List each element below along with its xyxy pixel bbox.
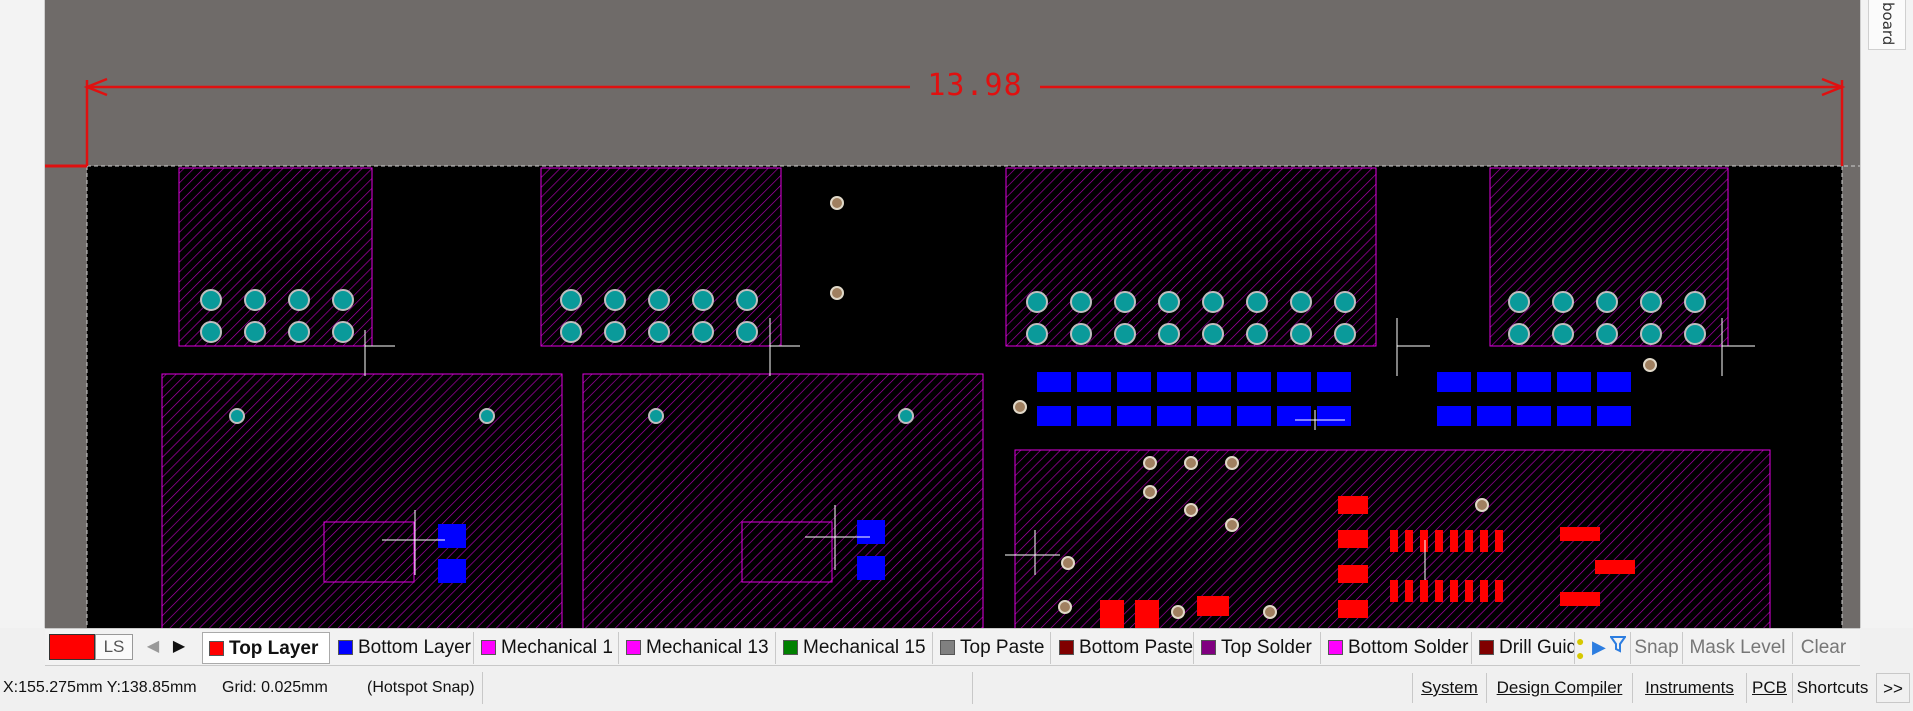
shortcuts-panel-button[interactable]: Shortcuts [1792, 673, 1872, 703]
tab-label: Mechanical 15 [803, 637, 926, 658]
button-label: System [1421, 678, 1478, 697]
layer-tab-bar: LS ◀ ▶ Top Layer Bottom Layer Mechanical… [45, 628, 1860, 666]
dimension-label: 13.98 [910, 69, 1040, 103]
layer-color-swatch [481, 640, 496, 655]
left-panel-strip [0, 0, 45, 628]
tab-label: Bottom Paste [1079, 637, 1194, 658]
tab-mechanical-15[interactable]: Mechanical 15 [777, 632, 933, 664]
status-bar: X:155.275mm Y:138.85mm Grid: 0.025mm (Ho… [0, 666, 1913, 711]
tab-top-solder[interactable]: Top Solder [1195, 632, 1321, 664]
next-layer-icon[interactable]: ▶ [167, 633, 191, 661]
mask-level-button[interactable]: Mask Level [1682, 632, 1792, 664]
tab-top-layer[interactable]: Top Layer [202, 632, 330, 664]
snap-mode: (Hotspot Snap) [367, 679, 475, 696]
tab-label: Bottom Layer [358, 637, 471, 658]
tab-label: Top Layer [229, 638, 319, 659]
pcb-panel-button[interactable]: PCB [1746, 673, 1792, 703]
tab-top-paste[interactable]: Top Paste [934, 632, 1051, 664]
design-compiler-panel-button[interactable]: Design Compiler [1486, 673, 1632, 703]
tab-label: Top Paste [960, 637, 1045, 658]
button-label: PCB [1752, 678, 1787, 697]
snap-button[interactable]: Snap [1630, 632, 1682, 664]
layer-color-swatch [1059, 640, 1074, 655]
layer-color-swatch [1201, 640, 1216, 655]
grid-size: Grid: 0.025mm [222, 679, 328, 696]
system-panel-button[interactable]: System [1412, 673, 1486, 703]
tab-label: Drill Guid [1499, 637, 1575, 658]
button-label: Instruments [1645, 678, 1734, 697]
layer-set-button[interactable]: LS [95, 634, 133, 660]
tab-mechanical-13[interactable]: Mechanical 13 [620, 632, 776, 664]
right-panel-strip [1860, 0, 1913, 628]
layer-color-swatch [783, 640, 798, 655]
layer-color-swatch [338, 640, 353, 655]
side-panel-tab[interactable]: board [1868, 0, 1906, 50]
side-panel-tab-label: board [1879, 2, 1897, 46]
button-label: Design Compiler [1496, 678, 1623, 697]
layer-color-swatch [940, 640, 955, 655]
prev-layer-icon[interactable]: ◀ [141, 633, 165, 661]
tab-label: Mechanical 13 [646, 637, 769, 658]
clear-button[interactable]: Clear [1792, 632, 1854, 664]
play-icon[interactable]: ▶ [1592, 633, 1606, 661]
layer-color-swatch [1479, 640, 1494, 655]
current-layer-color-swatch[interactable] [49, 634, 95, 660]
layer-color-swatch [1328, 640, 1343, 655]
lights-icon[interactable]: ● ● [1576, 634, 1584, 662]
more-panels-button[interactable]: >> [1876, 673, 1910, 703]
tab-label: Bottom Solder [1348, 637, 1469, 658]
tab-drill-guide[interactable]: Drill Guid [1473, 632, 1575, 664]
tab-bottom-solder[interactable]: Bottom Solder [1322, 632, 1472, 664]
tab-bottom-paste[interactable]: Bottom Paste [1053, 632, 1194, 664]
button-label: Shortcuts [1796, 678, 1869, 697]
layer-color-swatch [626, 640, 641, 655]
layer-color-swatch [209, 641, 224, 656]
cursor-coordinates: X:155.275mm Y:138.85mm [3, 679, 197, 696]
pcb-canvas[interactable]: 13.98 [45, 0, 1860, 628]
tab-mechanical-1[interactable]: Mechanical 1 [475, 632, 619, 664]
status-separator [972, 672, 973, 704]
instruments-panel-button[interactable]: Instruments [1632, 673, 1746, 703]
status-separator [482, 672, 483, 704]
tab-bottom-layer[interactable]: Bottom Layer [332, 632, 474, 664]
tab-label: Top Solder [1221, 637, 1312, 658]
filter-icon[interactable] [1609, 633, 1627, 661]
tab-label: Mechanical 1 [501, 637, 613, 658]
